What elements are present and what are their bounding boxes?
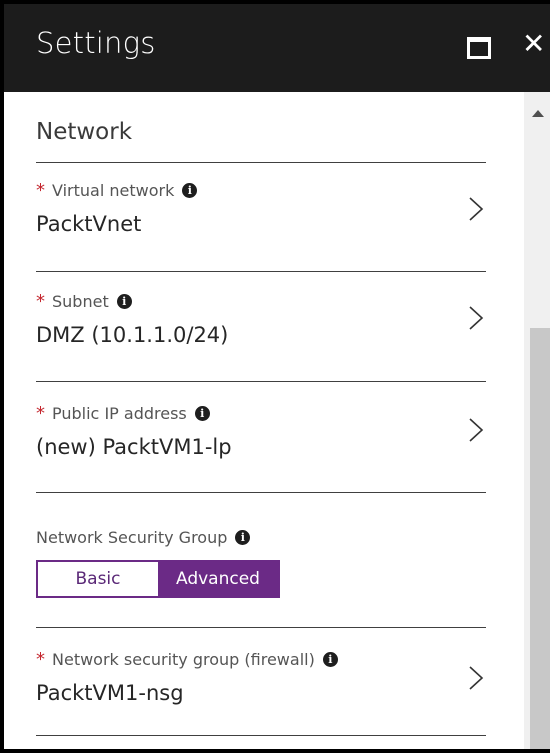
public-ip-label: Public IP address [52, 404, 187, 423]
nsg-type-label-text: Network Security Group [36, 528, 228, 547]
subnet-field[interactable]: * Subnet i DMZ (10.1.1.0/24) [4, 291, 524, 399]
required-marker: * [36, 403, 45, 424]
nsg-type-toggle: Basic Advanced [36, 560, 280, 598]
maximize-button[interactable] [464, 34, 494, 60]
virtual-network-value: PacktVnet [36, 212, 142, 236]
maximize-icon [467, 37, 491, 59]
section-divider [36, 162, 486, 163]
scrollbar[interactable] [524, 92, 550, 749]
required-marker: * [36, 291, 45, 312]
info-icon[interactable]: i [194, 406, 210, 421]
chevron-right-icon [469, 418, 484, 442]
required-marker: * [36, 180, 45, 201]
nsg-firewall-value: PacktVM1-nsg [36, 681, 184, 705]
nsg-type-label: Network Security Group i [36, 528, 251, 547]
row-divider [36, 627, 486, 628]
info-icon[interactable]: i [116, 294, 132, 309]
row-divider [36, 735, 486, 736]
nsg-firewall-field[interactable]: * Network security group (firewall) i Pa… [4, 649, 524, 749]
info-icon[interactable]: i [182, 183, 198, 198]
blade-title: Settings [36, 26, 156, 60]
subnet-value: DMZ (10.1.1.0/24) [36, 323, 229, 347]
field-label: * Network security group (firewall) i [36, 649, 338, 670]
settings-blade: Settings ✕ Network * Virtual network i P… [0, 0, 550, 753]
title-bar: Settings ✕ [4, 4, 550, 92]
chevron-right-icon [469, 666, 484, 690]
info-icon[interactable]: i [235, 530, 251, 545]
section-title-network: Network [36, 119, 133, 145]
basic-option[interactable]: Basic [38, 562, 158, 596]
chevron-right-icon [469, 197, 484, 221]
row-divider [36, 492, 486, 493]
field-label: * Virtual network i [36, 180, 198, 201]
scrollbar-thumb[interactable] [530, 328, 550, 749]
advanced-option[interactable]: Advanced [158, 562, 278, 596]
scroll-up-arrow-icon[interactable] [532, 110, 544, 117]
row-divider [36, 271, 486, 272]
public-ip-value: (new) PacktVM1-lp [36, 435, 232, 459]
public-ip-field[interactable]: * Public IP address i (new) PacktVM1-lp [4, 403, 524, 511]
required-marker: * [36, 649, 45, 670]
row-divider [36, 381, 486, 382]
subnet-label: Subnet [52, 292, 109, 311]
virtual-network-label: Virtual network [52, 181, 175, 200]
close-button[interactable]: ✕ [522, 26, 550, 62]
chevron-right-icon [469, 306, 484, 330]
close-icon: ✕ [522, 27, 546, 60]
nsg-firewall-label: Network security group (firewall) [52, 650, 315, 669]
settings-content: Network * Virtual network i PacktVnet * … [4, 92, 524, 749]
info-icon[interactable]: i [322, 652, 338, 667]
field-label: * Public IP address i [36, 403, 210, 424]
field-label: * Subnet i [36, 291, 132, 312]
